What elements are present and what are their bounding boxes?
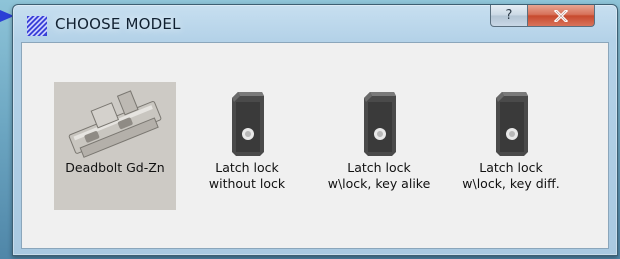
latch-lock-icon bbox=[232, 92, 264, 156]
close-icon bbox=[553, 9, 569, 22]
choose-model-dialog: CHOOSE MODEL ? Deadbolt Gd-Zn Latch lock… bbox=[12, 4, 618, 256]
model-option-latch-key-alike[interactable]: Latch lock w\lock, key alike bbox=[318, 82, 440, 210]
model-option-deadbolt[interactable]: Deadbolt Gd-Zn bbox=[54, 82, 176, 210]
model-label: Latch lock w\lock, key alike bbox=[327, 160, 431, 191]
latch-lock-icon bbox=[364, 92, 396, 156]
deadbolt-icon bbox=[68, 90, 162, 158]
model-option-latch-key-diff[interactable]: Latch lock w\lock, key diff. bbox=[450, 82, 572, 210]
title-bar[interactable]: CHOOSE MODEL ? bbox=[13, 5, 617, 43]
model-label: Deadbolt Gd-Zn bbox=[65, 160, 165, 175]
latch-lock-icon bbox=[496, 92, 528, 156]
model-label: Latch lock without lock bbox=[208, 160, 286, 191]
dialog-content: Deadbolt Gd-Zn Latch lock without lock L… bbox=[21, 42, 609, 249]
help-button[interactable]: ? bbox=[490, 5, 528, 27]
model-list: Deadbolt Gd-Zn Latch lock without lock L… bbox=[54, 82, 574, 210]
app-icon bbox=[27, 16, 47, 36]
close-button[interactable] bbox=[527, 5, 595, 27]
window-title: CHOOSE MODEL bbox=[55, 15, 181, 33]
model-label: Latch lock w\lock, key diff. bbox=[462, 160, 560, 191]
model-option-latch-without-lock[interactable]: Latch lock without lock bbox=[186, 82, 308, 210]
help-icon: ? bbox=[505, 8, 513, 23]
